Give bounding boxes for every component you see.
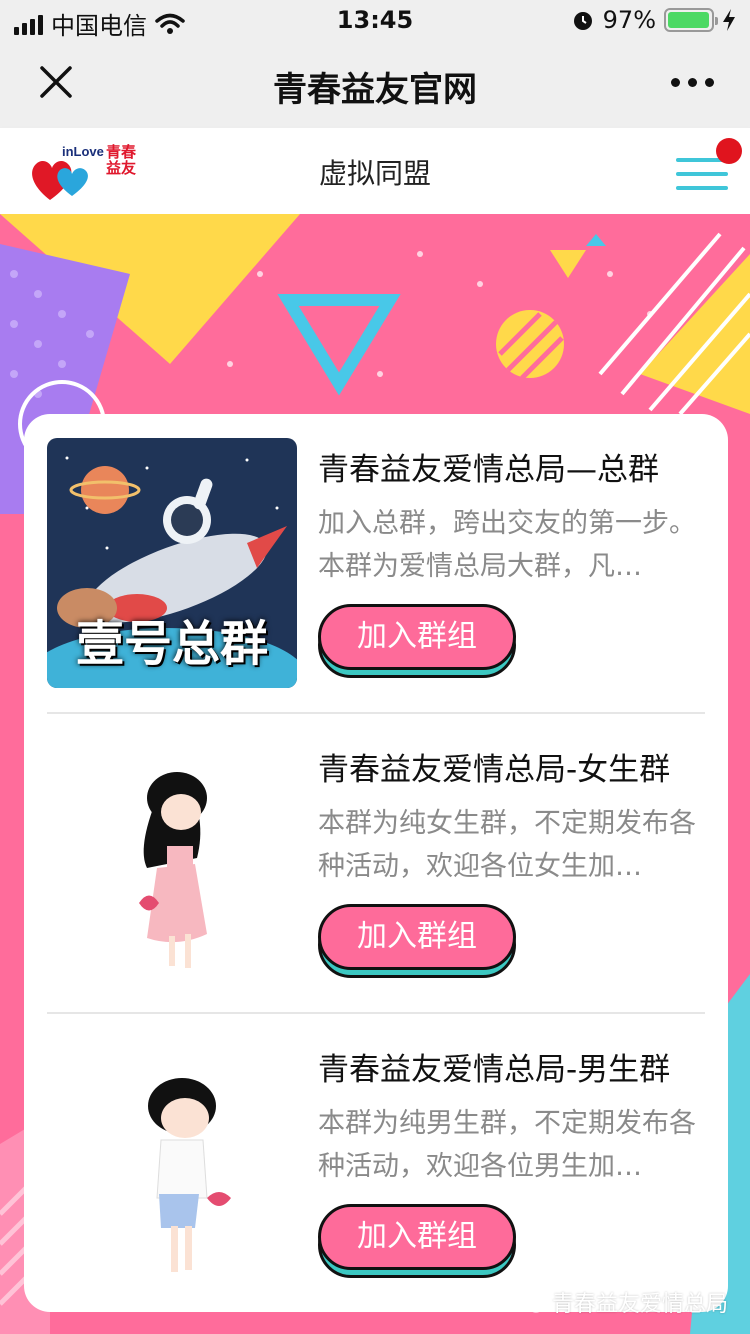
status-right: 97% <box>571 6 736 34</box>
wechat-watermark: 青春益友爱情总局 <box>517 1286 728 1318</box>
site-title: 虚拟同盟 <box>318 157 431 190</box>
status-bar: 中国电信 13:45 97% <box>0 0 750 40</box>
join-group-label: 加入群组 <box>318 904 516 970</box>
group-thumbnail-boy[interactable] <box>47 1038 297 1288</box>
join-group-button[interactable]: 加入群组 <box>318 904 516 978</box>
more-icon[interactable] <box>671 78 714 87</box>
group-item: 壹号总群 青春益友爱情总局—总群 加入总群，跨出交友的第一步。本群为爱情总局大群… <box>24 414 728 714</box>
battery-icon <box>664 8 718 32</box>
wechat-navbar: 青春益友官网 <box>0 40 750 128</box>
alarm-icon <box>573 12 592 30</box>
menu-icon[interactable] <box>676 138 742 194</box>
join-group-button[interactable]: 加入群组 <box>318 1204 516 1278</box>
wechat-icon <box>517 1291 545 1313</box>
group-name: 青春益友爱情总局—总群 <box>318 452 659 488</box>
thumbnail-caption: 壹号总群 <box>75 616 268 672</box>
group-description: 本群为纯男生群，不定期发布各种活动，欢迎各位男生加… <box>318 1108 696 1182</box>
group-description: 加入总群，跨出交友的第一步。本群为爱情总局大群，凡… <box>318 508 696 582</box>
site-header: inLove 青春益友 虚拟同盟 <box>0 128 750 214</box>
group-name: 青春益友爱情总局-女生群 <box>318 752 671 788</box>
group-thumbnail-girl[interactable] <box>47 738 297 988</box>
join-group-label: 加入群组 <box>318 604 516 670</box>
page-title: 青春益友官网 <box>273 70 477 110</box>
group-item: 青春益友爱情总局-女生群 本群为纯女生群，不定期发布各种活动，欢迎各位女生加… … <box>24 714 728 1014</box>
boy-illustration-icon <box>47 1038 297 1288</box>
join-group-button[interactable]: 加入群组 <box>318 604 516 678</box>
notification-badge <box>716 138 742 164</box>
watermark-text: 青春益友爱情总局 <box>551 1292 728 1317</box>
group-name: 青春益友爱情总局-男生群 <box>318 1052 671 1088</box>
girl-illustration-icon <box>47 738 297 988</box>
group-item: 青春益友爱情总局-男生群 本群为纯男生群，不定期发布各种活动，欢迎各位男生加… … <box>24 1014 728 1314</box>
charging-icon <box>723 9 735 31</box>
group-list-card: 壹号总群 青春益友爱情总局—总群 加入总群，跨出交友的第一步。本群为爱情总局大群… <box>24 414 728 1312</box>
join-group-label: 加入群组 <box>318 1204 516 1270</box>
group-description: 本群为纯女生群，不定期发布各种活动，欢迎各位女生加… <box>318 808 696 882</box>
group-thumbnail-astronaut[interactable]: 壹号总群 <box>47 438 297 688</box>
battery-percent: 97% <box>602 6 656 34</box>
